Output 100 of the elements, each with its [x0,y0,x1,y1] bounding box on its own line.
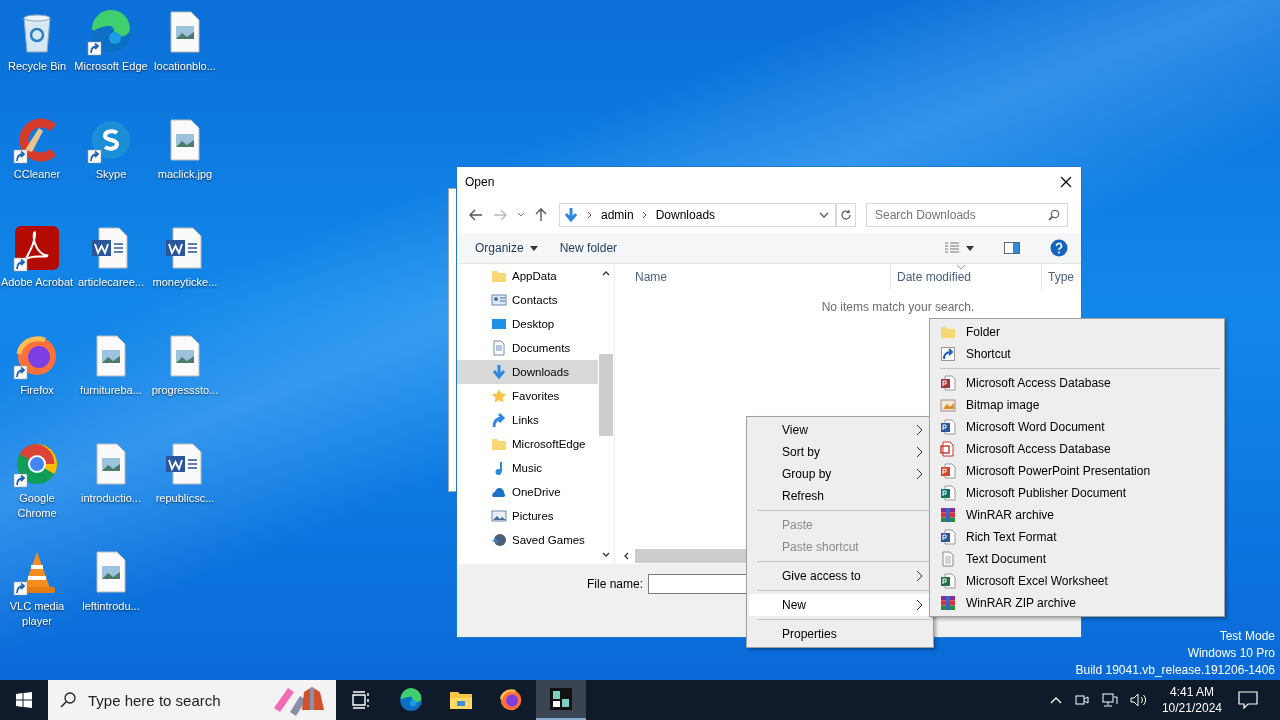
taskbar-button[interactable] [536,680,586,720]
nav-item[interactable]: AppData [457,264,598,288]
archive-icon [940,507,956,523]
menu-item[interactable]: Rich Text Format [932,526,1222,548]
search-field[interactable]: Search Downloads [866,203,1068,227]
browser-icon[interactable] [498,687,524,713]
chevron-icon [916,424,923,436]
monitor-icon [491,316,507,332]
windows-logo-icon [16,692,32,708]
network-icon[interactable] [1101,692,1118,708]
folder-icon [491,268,507,284]
notification-icon[interactable] [1238,691,1258,709]
breadcrumb[interactable]: Downloads [655,208,716,222]
dropdown-caret-icon[interactable] [819,212,829,218]
menu-item[interactable]: Shortcut [932,343,1222,365]
search-icon[interactable] [1048,209,1060,221]
scroll-down-icon[interactable] [602,552,610,558]
menu-item[interactable]: WinRAR archive [932,504,1222,526]
icon-label: Microsoft Edge [74,59,148,74]
chevron-icon[interactable] [641,211,648,219]
scroll-thumb[interactable] [635,549,747,563]
menu-item[interactable]: Group by [749,463,931,485]
scroll-up-icon[interactable] [602,270,610,276]
search-icon [60,692,76,708]
chevron-icon [916,446,923,458]
search-field[interactable]: Type here to search [48,680,336,720]
menu-item[interactable]: Microsoft Publisher Document [932,482,1222,504]
presentation-icon [940,463,956,479]
scroll-thumb[interactable] [599,354,613,436]
icon-label: Firefox [19,383,55,398]
refresh-button[interactable] [836,203,856,227]
address-bar[interactable]: admin Downloads [559,203,836,227]
close-icon[interactable] [1060,176,1072,188]
icon-label: moneyticke... [151,275,219,290]
menu-item[interactable]: Give access to [749,565,931,587]
nav-item[interactable]: Desktop [457,312,598,336]
nav-item[interactable]: Saved Games [457,528,598,552]
watermark-text: Build 19041.vb_release.191206-1406 [1075,662,1275,679]
menu-item[interactable]: Microsoft Excel Worksheet [932,570,1222,592]
column-header[interactable]: Date modified [891,264,1042,290]
column-header[interactable]: Name [629,264,891,290]
caret-icon [529,245,538,251]
nav-item[interactable]: Favorites [457,384,598,408]
menu-item[interactable]: New [749,594,931,616]
preview-pane-icon[interactable] [1004,242,1020,254]
word-document-icon [940,529,956,545]
menu-item[interactable]: Sort by [749,441,931,463]
game-icon [491,532,507,548]
breadcrumb[interactable]: admin [601,208,634,222]
star-icon [491,388,507,404]
camera-icon[interactable] [1073,692,1090,708]
chevron-icon [916,570,923,582]
document-icon [940,485,956,501]
menu-item[interactable]: Microsoft PowerPoint Presentation [932,460,1222,482]
icon-label: Adobe Acrobat [0,275,74,290]
window-title: Open [465,175,495,189]
app-icon [550,688,572,710]
up-arrow-icon[interactable] [535,208,547,222]
nav-item[interactable]: Pictures [457,504,598,528]
clock-date[interactable]: 10/21/2024 [1161,700,1222,716]
menu-item[interactable]: Refresh [749,485,931,507]
help-icon[interactable] [1050,239,1068,257]
dropdown-caret-icon[interactable] [966,245,974,251]
pdf-icon[interactable] [13,224,61,272]
volume-icon[interactable] [1129,692,1148,708]
nav-item[interactable]: Music [457,456,598,480]
back-arrow-icon[interactable] [469,209,483,221]
sort-caret-icon [957,265,965,269]
menu-item[interactable]: Properties [749,623,931,645]
watermark-text: Test Mode [1219,628,1275,645]
menu-item[interactable]: Text Document [932,548,1222,570]
menu-item[interactable]: Microsoft Word Document [932,416,1222,438]
menu-item[interactable]: WinRAR ZIP archive [932,592,1222,614]
icon-label: leftintrodu... [81,599,141,614]
organize-button[interactable]: Organize [467,239,546,257]
menu-item[interactable]: Microsoft Access Database [932,372,1222,394]
nav-item[interactable]: MicrosoftEdge [457,432,598,456]
menu-item[interactable]: Folder [932,321,1222,343]
shortcut-icon [940,346,956,362]
menu-item[interactable]: Microsoft Access Database [932,438,1222,460]
database-icon [940,375,956,391]
chevron-icon [916,599,923,611]
clock-time[interactable]: 4:41 AM [1169,684,1214,700]
scroll-left-icon[interactable] [623,552,629,560]
menu-item[interactable]: View [749,419,931,441]
nav-item[interactable]: Links [457,408,598,432]
icon-label: republicsc... [154,491,216,506]
chevron-icon[interactable] [587,211,593,219]
nav-item[interactable]: Contacts [457,288,598,312]
nav-item[interactable]: OneDrive [457,480,598,504]
nav-item[interactable]: Downloads [457,360,598,384]
chevron-up-icon[interactable] [1049,696,1062,704]
icon-label: CCleaner [12,167,62,182]
browser-icon[interactable] [398,687,424,713]
spreadsheet-icon [940,573,956,589]
column-header[interactable]: Type [1042,264,1081,290]
menu-item[interactable]: Bitmap image [932,394,1222,416]
nav-item[interactable]: Documents [457,336,598,360]
new-folder-button[interactable]: New folder [551,239,626,257]
icon-label: articlecaree... [77,275,145,290]
